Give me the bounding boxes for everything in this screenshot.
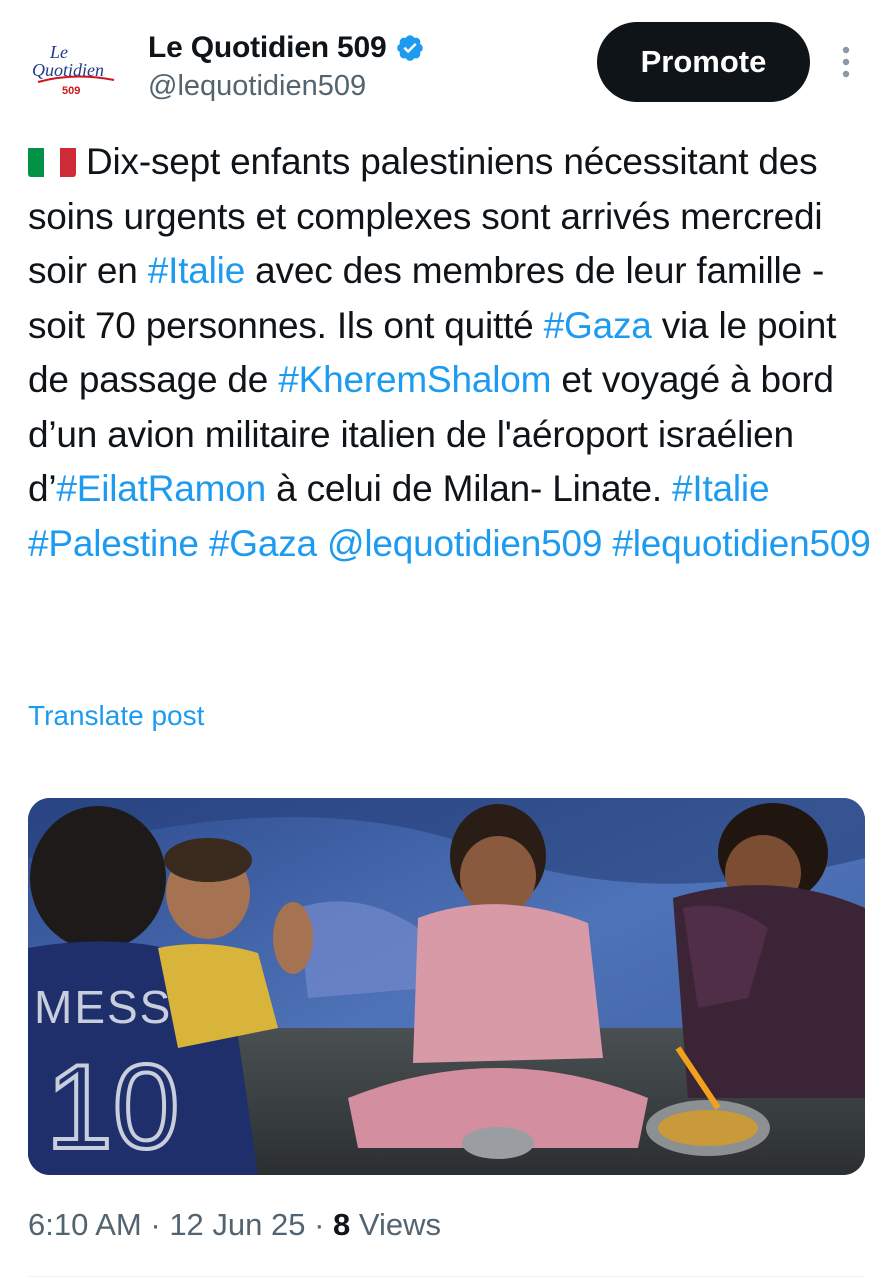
translate-post-link[interactable]: Translate post: [28, 700, 204, 732]
avatar-logo-line3: 509: [62, 85, 80, 97]
tweet-text-segment: [602, 523, 612, 564]
hashtag-link[interactable]: #Palestine: [28, 523, 199, 564]
hashtag-link[interactable]: #lequotidien509: [612, 523, 870, 564]
meta-separator: ·: [141, 1207, 170, 1242]
verified-badge-icon: [396, 35, 423, 61]
photo-jersey-number: 10: [46, 1040, 179, 1174]
tweet-text-segment: à celui de Milan- Linate.: [266, 468, 672, 509]
tweet-body: Dix-sept enfants palestiniens nécessitan…: [28, 141, 871, 564]
divider: [28, 1276, 865, 1277]
tweet-photo[interactable]: MESSI 10: [28, 798, 865, 1175]
tweet-header: Le Quotidien 509 Le Quotidien 509 @lequo…: [0, 0, 893, 120]
views-label: Views: [350, 1207, 442, 1242]
hashtag-link[interactable]: #Italie: [148, 250, 246, 291]
avatar[interactable]: Le Quotidien 509: [28, 32, 120, 102]
tweet-text-segment: [199, 523, 209, 564]
hashtag-link[interactable]: #Italie: [672, 468, 770, 509]
author-name-row[interactable]: Le Quotidien 509: [148, 28, 425, 68]
italy-flag-icon: [28, 143, 76, 177]
hashtag-link[interactable]: #Gaza: [544, 305, 652, 346]
author-display-name[interactable]: Le Quotidien 509: [148, 31, 387, 65]
hashtag-link[interactable]: #KheremShalom: [278, 359, 551, 400]
tweet-date[interactable]: 12 Jun 25: [169, 1207, 305, 1242]
tweet-meta: 6:10 AM · 12 Jun 25 · 8 Views: [28, 1207, 441, 1243]
views-count: 8: [333, 1207, 351, 1242]
mention-link[interactable]: @lequotidien509: [327, 523, 602, 564]
tweet-text-segment: [317, 523, 327, 564]
hashtag-link[interactable]: #EilatRamon: [56, 468, 266, 509]
author-handle[interactable]: @lequotidien509: [148, 70, 366, 103]
tweet-text: Dix-sept enfants palestiniens nécessitan…: [28, 135, 873, 571]
more-vertical-icon[interactable]: [836, 42, 856, 82]
avatar-logo-line1: Le: [49, 42, 68, 62]
hashtag-link[interactable]: #Gaza: [209, 523, 317, 564]
promote-button[interactable]: Promote: [597, 22, 810, 102]
photo-jersey-name: MESSI: [34, 981, 187, 1033]
tweet-time[interactable]: 6:10 AM: [28, 1207, 142, 1242]
meta-separator: ·: [305, 1207, 334, 1242]
